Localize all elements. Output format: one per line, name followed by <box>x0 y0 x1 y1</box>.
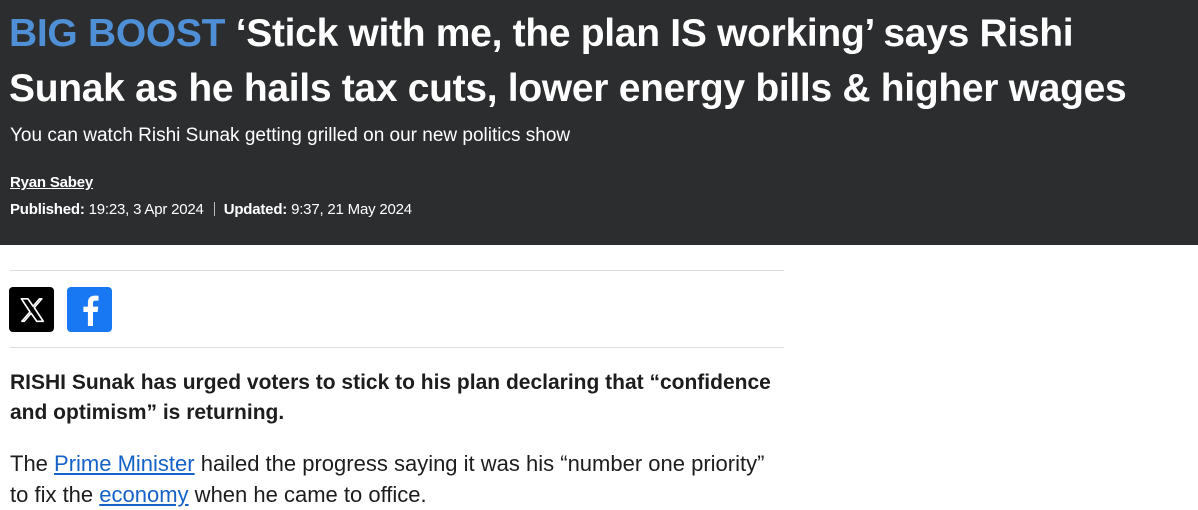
paragraph-text: The <box>10 451 55 476</box>
headline: BIG BOOST ‘Stick with me, the plan IS wo… <box>9 6 1194 116</box>
economy-link[interactable]: economy <box>99 482 188 507</box>
article-paragraph: The Prime Minister hailed the progress s… <box>10 448 780 510</box>
divider-bottom <box>10 347 784 348</box>
share-facebook-button[interactable] <box>67 287 112 332</box>
article-lead: RISHI Sunak has urged voters to stick to… <box>10 371 771 424</box>
article-dates: Published: 19:23, 3 Apr 2024 Updated: 9:3… <box>10 201 412 218</box>
kicker: BIG BOOST <box>9 12 226 55</box>
share-x-button[interactable] <box>9 287 54 332</box>
article-header: BIG BOOST ‘Stick with me, the plan IS wo… <box>0 0 1198 245</box>
date-separator <box>213 202 215 216</box>
published-label: Published: <box>10 201 85 218</box>
standfirst: You can watch Rishi Sunak getting grille… <box>10 125 571 146</box>
author-link[interactable]: Ryan Sabey <box>10 174 93 191</box>
x-logo-icon <box>20 297 44 322</box>
divider-top <box>10 270 784 271</box>
paragraph-text: when he came to office. <box>188 482 427 507</box>
prime-minister-link[interactable]: Prime Minister <box>54 451 195 476</box>
published-date: 19:23, 3 Apr 2024 <box>88 201 204 218</box>
facebook-logo-icon <box>82 295 98 326</box>
updated-date: 9:37, 21 May 2024 <box>291 201 412 218</box>
updated-label: Updated: <box>223 201 288 218</box>
